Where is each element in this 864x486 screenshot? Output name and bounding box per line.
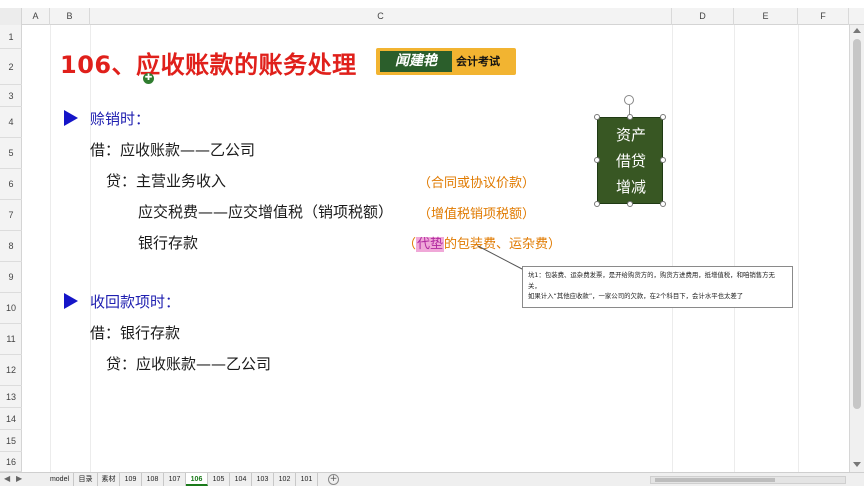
entry-debit-bank: 借：银行存款 (90, 324, 181, 342)
row-header-16[interactable]: 16 (0, 452, 22, 472)
scroll-down-icon[interactable] (853, 462, 861, 467)
add-sheet-icon[interactable]: + (328, 474, 339, 485)
gridline (90, 25, 91, 472)
row-header-9[interactable]: 9 (0, 262, 22, 293)
brand-logo-name: 闻建艳 (380, 51, 452, 72)
sheet-tab-105[interactable]: 105 (208, 473, 230, 486)
column-header-a[interactable]: A (22, 8, 50, 25)
entry-credit-bank: 银行存款 (138, 234, 199, 252)
column-header-c[interactable]: C (90, 8, 672, 25)
asset-debit-shape[interactable]: 资产 借贷 增减 (597, 117, 663, 204)
section-heading-sale: 赊销时： (90, 110, 151, 128)
cell-cursor-icon: ✚ (143, 73, 154, 84)
sheet-tab-102[interactable]: 102 (274, 473, 296, 486)
sheet-tab-109[interactable]: 109 (120, 473, 142, 486)
sheet-tab-103[interactable]: 103 (252, 473, 274, 486)
row-header-10[interactable]: 10 (0, 293, 22, 324)
cell-comment[interactable]: 坑1：包装费、运杂费发票，是开给购货方的，购货方进费用，抵增值税，和咱销售方无关… (522, 266, 793, 308)
vertical-scroll-thumb[interactable] (853, 39, 861, 409)
prev-sheet-icon[interactable]: ◀ (4, 474, 10, 483)
gridline (672, 25, 673, 472)
column-header-f[interactable]: F (798, 8, 849, 25)
row-header-5[interactable]: 5 (0, 138, 22, 169)
sheet-tab-catalog[interactable]: 目录 (74, 473, 98, 486)
sheet-tab-model[interactable]: model (46, 473, 74, 486)
bullet-triangle-icon (64, 110, 78, 126)
sheet-tab-108[interactable]: 108 (142, 473, 164, 486)
row-header-3[interactable]: 3 (0, 85, 22, 107)
comment-line-2: 如果计入“其他应收款”，一家公司的欠款，在2个科目下，会计水平也太差了 (528, 292, 744, 300)
sheet-tab-104[interactable]: 104 (230, 473, 252, 486)
row-header-8[interactable]: 8 (0, 231, 22, 262)
resize-handle[interactable] (594, 201, 600, 207)
gridline (734, 25, 735, 472)
rotate-handle-icon[interactable] (624, 95, 634, 105)
resize-handle[interactable] (660, 114, 666, 120)
next-sheet-icon[interactable]: ▶ (16, 474, 22, 483)
shape-line-1: 资产 (615, 126, 646, 144)
row-header-13[interactable]: 13 (0, 386, 22, 408)
row-header-14[interactable]: 14 (0, 408, 22, 430)
section-heading-collect: 收回款项时： (90, 293, 181, 311)
comment-connector (477, 245, 525, 271)
sheet-tab-101[interactable]: 101 (296, 473, 318, 486)
note-contract-price: （合同或协议价款） (418, 176, 536, 191)
column-header: A B C D E F (0, 8, 864, 25)
resize-handle[interactable] (627, 114, 633, 120)
entry-debit-receivable: 借：应收账款——乙公司 (90, 141, 256, 159)
sheet-tab-107[interactable]: 107 (164, 473, 186, 486)
spreadsheet-window: A B C D E F 1 2 3 4 5 6 7 8 9 10 11 12 1… (0, 0, 864, 486)
row-header-4[interactable]: 4 (0, 107, 22, 138)
sheet-tab-bar: ◀ ▶ model 目录 素材 109 108 107 106 105 104 … (0, 472, 864, 486)
horizontal-scroll-thumb[interactable] (655, 478, 775, 482)
row-header-12[interactable]: 12 (0, 355, 22, 386)
row-header-11[interactable]: 11 (0, 324, 22, 355)
bullet-triangle-icon (64, 293, 78, 309)
column-header-d[interactable]: D (672, 8, 734, 25)
vertical-scrollbar[interactable] (849, 25, 864, 472)
resize-handle[interactable] (660, 201, 666, 207)
note-open-paren: （ (403, 237, 417, 252)
row-header-1[interactable]: 1 (0, 25, 22, 49)
gridline (798, 25, 799, 472)
brand-logo-subtitle: 会计考试 (456, 55, 500, 68)
row-header-2[interactable]: 2 (0, 49, 22, 85)
highlighted-text[interactable]: 代垫 (416, 237, 445, 252)
select-all-corner[interactable] (0, 8, 22, 25)
comment-line-1: 坑1：包装费、运杂费发票，是开给购货方的，购货方进费用，抵增值税，和咱销售方无关… (528, 271, 775, 290)
shape-line-2: 借贷 (615, 152, 646, 170)
column-header-b[interactable]: B (50, 8, 90, 25)
sheet-tab-106[interactable]: 106 (186, 473, 208, 486)
row-header: 1 2 3 4 5 6 7 8 9 10 11 12 13 14 15 16 (0, 25, 22, 472)
brand-logo: 闻建艳 会计考试 (376, 48, 516, 75)
shape-line-3: 增减 (615, 178, 646, 196)
sheet-tab-material[interactable]: 素材 (98, 473, 120, 486)
gridline (50, 25, 51, 472)
entry-credit-vat: 应交税费——应交增值税（销项税额） (138, 203, 394, 221)
resize-handle[interactable] (660, 157, 666, 163)
row-header-15[interactable]: 15 (0, 430, 22, 452)
page-title: 106、应收账款的账务处理 (60, 51, 357, 79)
resize-handle[interactable] (594, 157, 600, 163)
column-header-e[interactable]: E (734, 8, 798, 25)
horizontal-scrollbar[interactable] (650, 476, 846, 484)
resize-handle[interactable] (627, 201, 633, 207)
entry-credit-revenue: 贷：主营业务收入 (106, 172, 227, 190)
entry-credit-receivable: 贷：应收账款——乙公司 (106, 355, 272, 373)
resize-handle[interactable] (594, 114, 600, 120)
scroll-up-icon[interactable] (853, 28, 861, 33)
note-output-vat: （增值税销项税额） (418, 207, 536, 222)
row-header-7[interactable]: 7 (0, 200, 22, 231)
row-header-6[interactable]: 6 (0, 169, 22, 200)
